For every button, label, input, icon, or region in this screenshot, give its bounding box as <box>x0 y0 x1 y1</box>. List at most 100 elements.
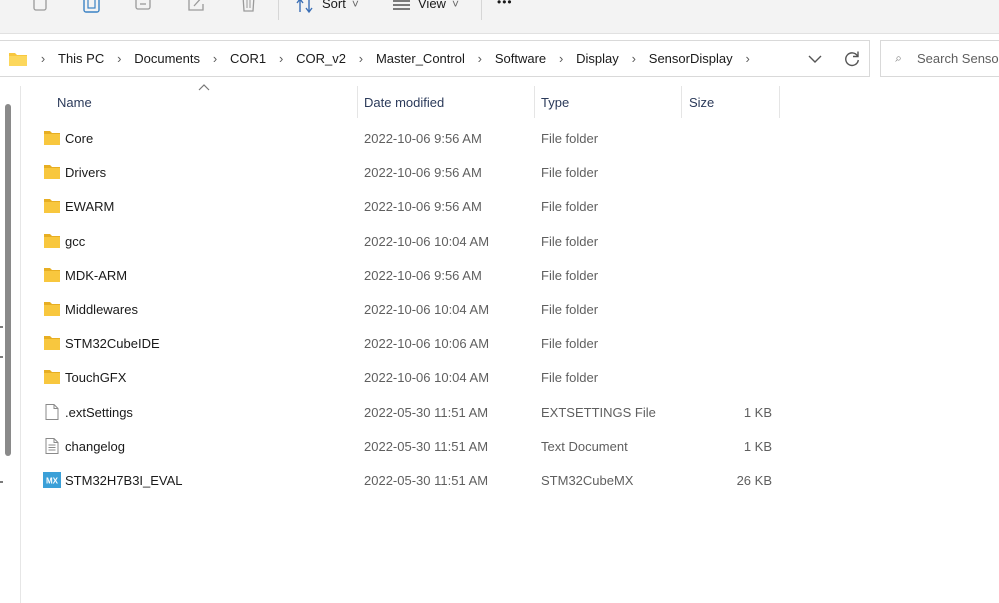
share-icon[interactable] <box>186 0 208 14</box>
rename-icon[interactable] <box>134 0 156 14</box>
file-date-modified: 2022-10-06 9:56 AM <box>364 267 482 283</box>
folder-icon <box>44 233 60 248</box>
file-name: STM32H7B3I_EVAL <box>65 473 183 488</box>
file-row[interactable]: changelog 2022-05-30 11:51 AM Text Documen… <box>30 430 780 464</box>
delete-icon[interactable] <box>238 0 260 14</box>
toolbar-divider <box>278 0 279 20</box>
file-size <box>681 156 772 190</box>
breadcrumb-item[interactable]: COR_v2 <box>288 51 354 66</box>
breadcrumb-separator[interactable]: › <box>741 51 755 66</box>
view-label: View <box>418 0 446 11</box>
file-type: STM32CubeMX <box>541 473 634 488</box>
search-icon <box>895 55 901 62</box>
toolbar-divider <box>481 0 482 20</box>
file-date-modified: 2022-10-06 10:04 AM <box>364 370 490 386</box>
refresh-icon[interactable] <box>843 50 861 68</box>
breadcrumb-separator[interactable]: › <box>112 51 126 66</box>
file-date-modified: 2022-10-06 9:56 AM <box>364 199 482 215</box>
breadcrumb-item[interactable]: Software <box>487 51 554 66</box>
column-divider[interactable] <box>779 86 780 118</box>
breadcrumb-separator[interactable]: › <box>627 51 641 66</box>
view-icon <box>393 0 410 10</box>
file-type: File folder <box>541 233 599 249</box>
column-header-label: Name <box>57 94 92 110</box>
view-button[interactable]: View ˅ <box>392 0 459 14</box>
file-row[interactable]: MDK-ARM 2022-10-06 9:56 AM File folder <box>30 259 780 293</box>
column-header-type[interactable]: Type <box>541 86 681 118</box>
file-row[interactable]: .extSettings 2022-05-30 11:51 AM EXTSETTIN… <box>30 396 780 430</box>
file-name: STM32CubeIDE <box>65 336 160 352</box>
column-header-name[interactable]: Name <box>57 86 357 118</box>
breadcrumb-item[interactable]: SensorDisplay <box>641 51 741 66</box>
file-row[interactable]: EWARM 2022-10-06 9:56 AM File folder <box>30 190 780 224</box>
breadcrumb-separator[interactable]: › <box>473 51 487 66</box>
recent-locations-dropdown[interactable] <box>805 51 825 67</box>
file-size <box>681 190 772 224</box>
more-icon: ••• <box>497 0 513 9</box>
sort-icon <box>296 0 313 14</box>
stm32cubemx-file-icon: MX <box>43 472 61 488</box>
paste-icon[interactable] <box>82 0 104 14</box>
navigation-pane-edge <box>0 86 21 603</box>
file-type: File folder <box>541 165 599 181</box>
file-date-modified: 2022-05-30 11:51 AM <box>364 404 489 420</box>
file-type: File folder <box>541 302 599 317</box>
copy-icon[interactable] <box>30 0 52 14</box>
chevron-down-icon: ˅ <box>351 0 359 11</box>
column-divider[interactable] <box>534 86 535 118</box>
breadcrumb-separator[interactable]: › <box>354 51 368 66</box>
file-name: Middlewares <box>65 302 138 317</box>
scrollbar-thumb[interactable] <box>5 104 11 456</box>
search-input[interactable] <box>915 50 999 67</box>
column-header-label: Type <box>541 94 570 110</box>
file-row[interactable]: gcc 2022-10-06 10:04 AM File folder <box>30 225 780 259</box>
folder-icon <box>9 52 27 66</box>
breadcrumb-separator[interactable]: › <box>554 51 568 66</box>
column-divider[interactable] <box>357 86 358 118</box>
column-divider[interactable] <box>681 86 682 118</box>
breadcrumb: › This PC › Documents › COR1 › COR_v2 › Master_Co… <box>0 41 755 76</box>
breadcrumb-item[interactable]: COR1 <box>222 51 274 66</box>
file-name: Drivers <box>65 165 107 181</box>
file-date-modified: 2022-10-06 9:56 AM <box>364 165 482 181</box>
file-type: File folder <box>541 370 599 386</box>
address-bar[interactable]: › This PC › Documents › COR1 › COR_v2 › Master_Co… <box>0 40 870 77</box>
file-row[interactable]: Drivers 2022-10-06 9:56 AM File folder <box>30 156 780 190</box>
file-name: .extSettings <box>65 404 133 420</box>
breadcrumb-item[interactable]: Master_Control <box>368 51 473 66</box>
file-name: gcc <box>65 233 86 249</box>
file-date-modified: 2022-10-06 9:56 AM <box>364 131 482 146</box>
mx-badge-text: MX <box>46 477 59 486</box>
file-type: File folder <box>541 131 599 146</box>
breadcrumb-separator[interactable]: › <box>208 51 222 66</box>
file-size <box>681 259 772 293</box>
file-date-modified: 2022-05-30 11:51 AM <box>364 473 489 488</box>
file-type: EXTSETTINGS File <box>541 404 656 420</box>
search-box[interactable] <box>880 40 999 77</box>
file-size: 1 KB <box>743 404 772 420</box>
breadcrumb-separator[interactable]: › <box>36 51 50 66</box>
more-options-button[interactable]: ••• <box>497 0 513 14</box>
file-row[interactable]: Core 2022-10-06 9:56 AM File folder <box>30 122 780 156</box>
file-row[interactable]: MX STM32H7B3I_EVAL 2022-05-30 11:51 AM STM3… <box>30 464 780 498</box>
file-row[interactable]: STM32CubeIDE 2022-10-06 10:06 AM File fold… <box>30 327 780 361</box>
file-row[interactable]: TouchGFX 2022-10-06 10:04 AM File folder <box>30 361 780 395</box>
file-name: Core <box>65 131 94 146</box>
file-row[interactable]: Middlewares 2022-10-06 10:04 AM File folde… <box>30 293 780 327</box>
breadcrumb-item[interactable]: Documents <box>126 51 208 66</box>
file-date-modified: 2022-10-06 10:06 AM <box>364 336 490 352</box>
sort-button[interactable]: Sort ˅ <box>296 0 359 14</box>
column-header-date[interactable]: Date modified <box>364 86 534 118</box>
file-name: TouchGFX <box>65 370 127 386</box>
command-bar: Sort ˅ View ˅ ••• <box>0 0 999 34</box>
breadcrumb-item[interactable]: Display <box>568 51 627 66</box>
folder-icon <box>44 131 60 145</box>
pane-marker <box>0 356 3 358</box>
file-name: MDK-ARM <box>65 267 128 283</box>
folder-icon <box>44 302 60 316</box>
file-size <box>681 293 772 327</box>
breadcrumb-item[interactable]: This PC <box>50 51 112 66</box>
file-name: EWARM <box>65 199 115 215</box>
column-header-size[interactable]: Size <box>689 86 779 118</box>
breadcrumb-separator[interactable]: › <box>274 51 288 66</box>
